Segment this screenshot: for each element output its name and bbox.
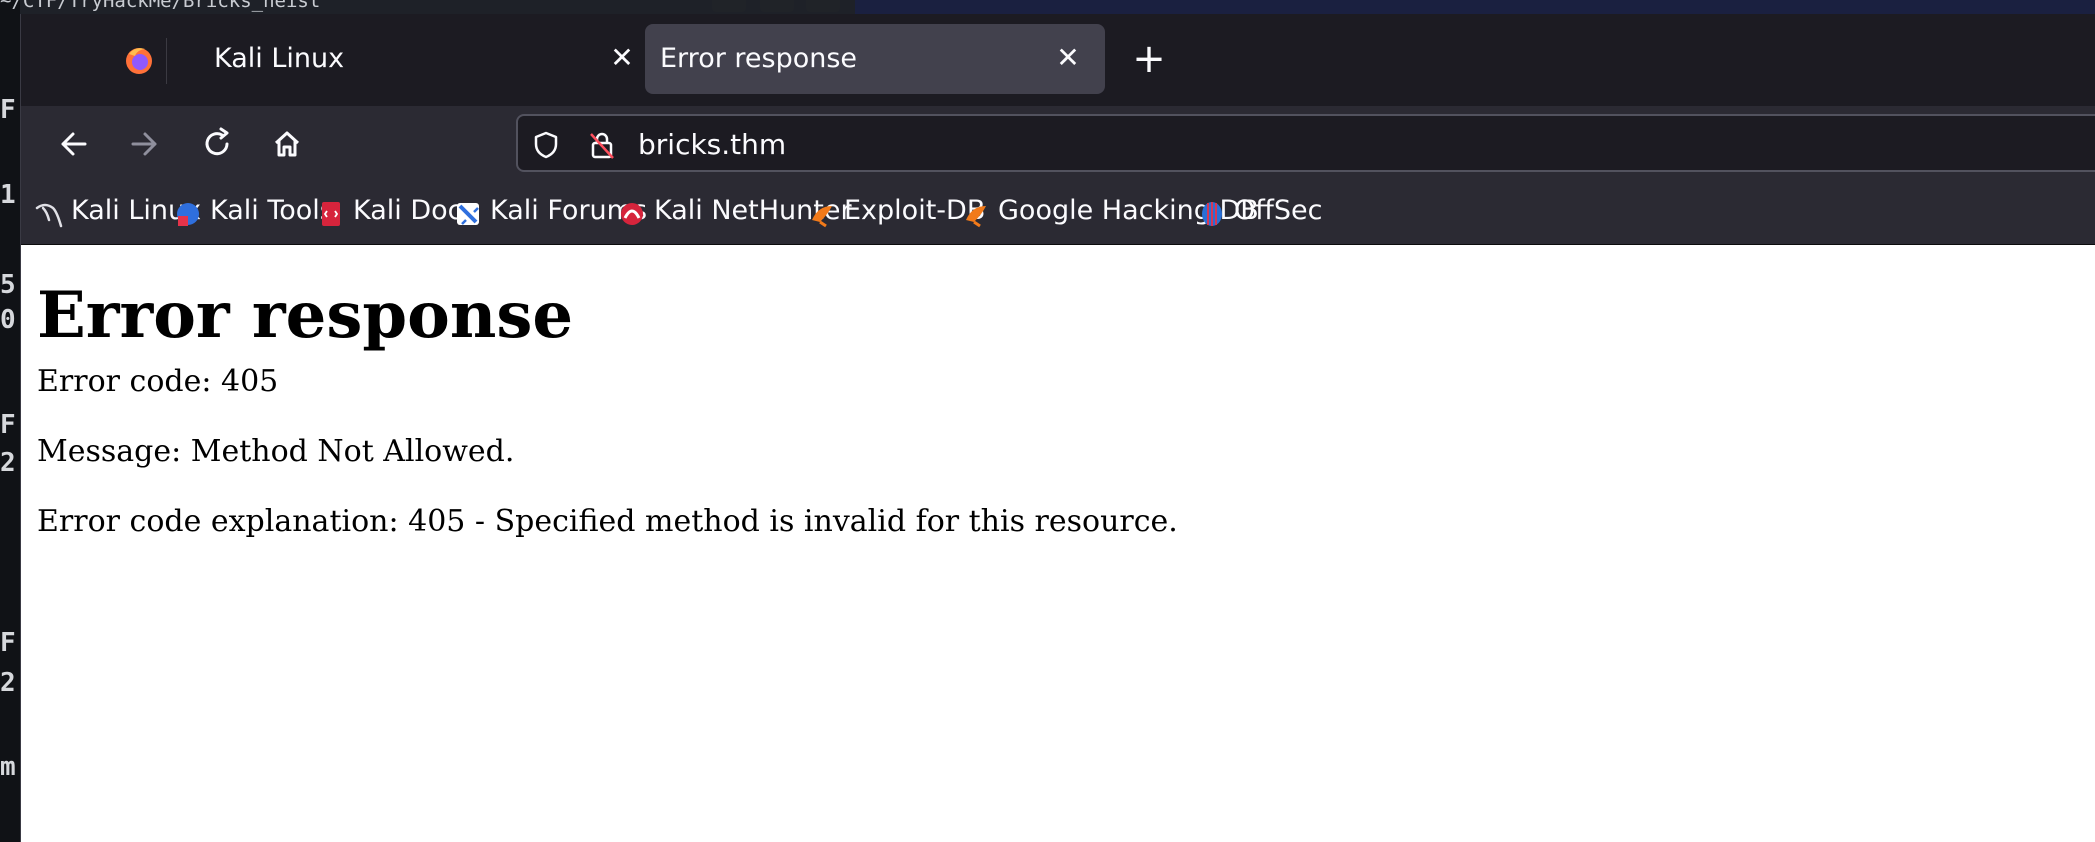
kali-dragon-icon (35, 203, 63, 228)
exploit-db-icon (812, 206, 832, 228)
error-explanation-text: Error code explanation: 405 - Specified … (37, 504, 1178, 539)
bookmark-label: OffSec (1234, 195, 1323, 226)
tab-error-response[interactable]: Error response ✕ (645, 24, 1105, 94)
insecure-lock-icon[interactable] (586, 129, 618, 161)
reload-icon[interactable] (191, 118, 243, 170)
terminal-text-fragment: 5 (0, 270, 16, 300)
tab-separator (166, 38, 167, 84)
terminal-text-fragment: F (0, 95, 16, 125)
forward-arrow-icon[interactable] (119, 118, 171, 170)
desktop-panel (855, 0, 2095, 15)
terminal-text-fragment: F (0, 628, 16, 658)
firefox-icon[interactable] (123, 44, 155, 76)
back-arrow-icon[interactable] (47, 118, 99, 170)
terminal-text-fragment: 0 (0, 305, 16, 335)
ghdb-icon (966, 206, 986, 228)
tracking-protection-shield-icon[interactable] (530, 129, 562, 161)
kali-forums-icon (457, 203, 479, 225)
kali-docs-icon (322, 202, 340, 226)
terminal-text-fragment: 2 (0, 448, 16, 478)
close-icon[interactable]: ✕ (607, 43, 637, 73)
kali-nethunter-icon (621, 203, 643, 225)
kali-tools-icon (177, 203, 199, 226)
window-control-button[interactable] (806, 0, 840, 12)
close-icon[interactable]: ✕ (1053, 43, 1083, 73)
url-bar[interactable]: bricks.thm (516, 114, 2095, 172)
error-code-text: Error code: 405 (37, 364, 279, 399)
tab-label: Kali Linux (214, 43, 345, 74)
offsec-icon (1202, 202, 1222, 226)
terminal-text-fragment: 2 (0, 668, 16, 698)
error-message-text: Message: Method Not Allowed. (37, 434, 515, 469)
bookmark-label: Kali Tools (210, 195, 334, 226)
window-control-button[interactable] (712, 0, 746, 12)
window-control-button[interactable] (760, 0, 794, 12)
tab-kali-linux[interactable]: Kali Linux ✕ (199, 24, 649, 94)
bookmarks-toolbar: Kali Linux Kali Tools Kali Docs Kali For… (21, 182, 2095, 245)
terminal-text-fragment: F (0, 410, 16, 440)
browser-window: Kali Linux ✕ Error response ✕ + bricks.t… (20, 14, 2095, 842)
terminal-text-fragment: 1 (0, 180, 16, 210)
new-tab-button[interactable]: + (1129, 39, 1169, 79)
navigation-toolbar: bricks.thm (21, 106, 2095, 182)
tab-bar: Kali Linux ✕ Error response ✕ + (21, 14, 2095, 106)
home-icon[interactable] (261, 118, 313, 170)
page-heading: Error response (37, 278, 574, 353)
terminal-text-fragment: m (0, 752, 16, 782)
url-text[interactable]: bricks.thm (638, 128, 786, 161)
page-content: Error response Error code: 405 Message: … (21, 245, 2095, 842)
tab-label: Error response (660, 43, 858, 74)
